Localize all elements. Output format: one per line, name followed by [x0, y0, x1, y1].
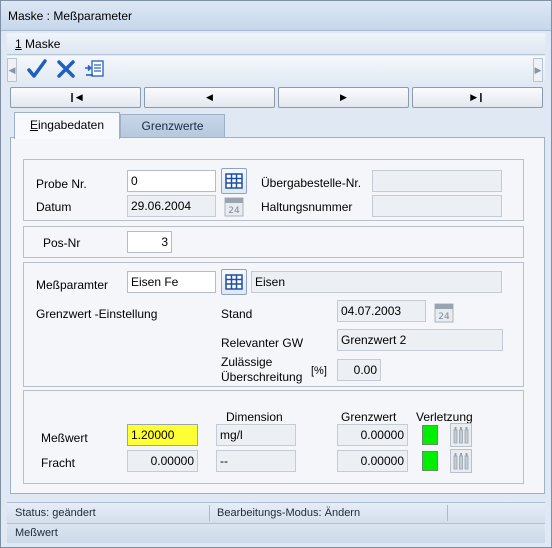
- verletzung-header: Verletzung: [416, 410, 473, 424]
- tab-panel-eingabedaten: Probe Nr. 0 Übergabestelle-Nr. Datum 29.…: [10, 137, 545, 494]
- nav-first-button[interactable]: ❙◀: [10, 87, 141, 108]
- dialog-window: Maske : Meßparameter 1 Maske ◀ ▶ ❙◀ ◀ ▶: [0, 0, 552, 548]
- grenzwert-header: Grenzwert: [341, 410, 397, 424]
- uebergabestelle-field[interactable]: [372, 170, 502, 192]
- status-text: Status: geändert: [15, 507, 96, 519]
- calendar-icon[interactable]: 24: [221, 194, 247, 220]
- calendar-icon[interactable]: 24: [431, 300, 457, 326]
- messwert-input[interactable]: 1.20000: [127, 424, 198, 446]
- messparameter-group: Meßparamter Eisen Fe Eisen Grenzwert -Ei…: [23, 262, 524, 387]
- menu-maske-label: Maske: [21, 37, 61, 51]
- fracht-dimension-field[interactable]: --: [216, 450, 296, 472]
- status-bar: Status: geändert Bearbeitungs-Modus: Änd…: [7, 502, 545, 523]
- tab-eingabedaten[interactable]: Eingabedaten: [14, 112, 120, 139]
- zulaessige-field[interactable]: 0.00: [337, 359, 381, 381]
- relevanter-gw-label: Relevanter GW: [221, 336, 304, 350]
- checkmark-icon[interactable]: [25, 58, 49, 82]
- fracht-field[interactable]: 0.00000: [127, 450, 198, 472]
- messparameter-label: Meßparamter: [36, 278, 109, 292]
- toolbar: ◀ ▶: [7, 56, 545, 84]
- probe-group: Probe Nr. 0 Übergabestelle-Nr. Datum 29.…: [23, 159, 524, 221]
- tab-strip: Eingabedaten Grenzwerte: [10, 112, 545, 139]
- stand-label: Stand: [221, 307, 253, 321]
- export-icon[interactable]: [83, 58, 107, 82]
- tab-grenzwerte[interactable]: Grenzwerte: [120, 114, 225, 138]
- title-bar: Maske : Meßparameter: [1, 1, 551, 31]
- messwert-label: Meßwert: [41, 431, 88, 445]
- probe-nr-input[interactable]: 0: [127, 170, 216, 192]
- status-separator: [447, 505, 448, 521]
- messwerte-group: Dimension Grenzwert Verletzung Meßwert 1…: [23, 390, 524, 484]
- nav-last-button[interactable]: ▶❙: [412, 87, 543, 108]
- menu-maske[interactable]: 1 Maske: [15, 37, 60, 51]
- zulaessige-label-line1: Zulässige: [221, 355, 273, 369]
- messwert-dimension-field[interactable]: mg/l: [216, 424, 296, 446]
- tab-eingabedaten-label: ingabedaten: [37, 118, 105, 132]
- current-field-text: Meßwert: [15, 527, 58, 539]
- messwert-status-indicator: [422, 425, 438, 445]
- fracht-grenzwert-field[interactable]: 0.00000: [337, 450, 408, 472]
- nav-next-button[interactable]: ▶: [278, 87, 409, 108]
- haltungsnummer-label: Haltungsnummer: [261, 200, 353, 214]
- menu-maske-number: 1: [15, 37, 22, 51]
- probe-nr-label: Probe Nr.: [36, 177, 87, 191]
- dimension-header: Dimension: [226, 410, 283, 424]
- datum-label: Datum: [36, 200, 72, 214]
- datum-field[interactable]: 29.06.2004: [127, 195, 216, 217]
- haltungsnummer-field[interactable]: [372, 195, 502, 217]
- lookup-grid-icon[interactable]: [221, 168, 247, 194]
- svg-text:24: 24: [228, 206, 240, 216]
- stand-field[interactable]: 04.07.2003: [337, 300, 426, 322]
- bottles-icon[interactable]: [450, 423, 472, 447]
- bottles-icon[interactable]: [450, 449, 472, 473]
- fracht-status-indicator: [422, 451, 438, 471]
- field-status-bar: Meßwert: [7, 523, 545, 543]
- zulaessige-unit-label: [%]: [311, 365, 327, 377]
- messparameter-input[interactable]: Eisen Fe: [127, 271, 216, 293]
- menu-bar: 1 Maske: [7, 33, 545, 55]
- toolbar-scroll-right-icon[interactable]: ▶: [533, 58, 543, 82]
- tab-eingabedaten-accel: E: [29, 118, 38, 132]
- window-title: Maske : Meßparameter: [8, 9, 133, 23]
- fracht-label: Fracht: [41, 456, 76, 470]
- record-navigation: ❙◀ ◀ ▶ ▶❙: [10, 87, 545, 108]
- nav-prev-button[interactable]: ◀: [144, 87, 275, 108]
- messparameter-name-field[interactable]: Eisen: [251, 271, 502, 293]
- toolbar-scroll-left-icon[interactable]: ◀: [7, 58, 17, 82]
- grenzwert-einstellung-label: Grenzwert -Einstellung: [36, 307, 158, 321]
- lookup-grid-icon[interactable]: [221, 269, 247, 295]
- svg-text:24: 24: [438, 312, 450, 322]
- messwert-grenzwert-field[interactable]: 0.00000: [337, 424, 408, 446]
- close-x-icon[interactable]: [54, 58, 78, 82]
- relevanter-gw-field[interactable]: Grenzwert 2: [337, 329, 503, 351]
- pos-nr-input[interactable]: 3: [127, 231, 172, 253]
- pos-nr-label: Pos-Nr: [43, 236, 81, 250]
- zulaessige-label-line2: Überschreitung: [221, 370, 303, 384]
- status-separator: [209, 505, 210, 521]
- uebergabestelle-label: Übergabestelle-Nr.: [261, 176, 362, 190]
- pos-group: Pos-Nr 3: [23, 226, 524, 258]
- mode-text: Bearbeitungs-Modus: Ändern: [217, 507, 361, 519]
